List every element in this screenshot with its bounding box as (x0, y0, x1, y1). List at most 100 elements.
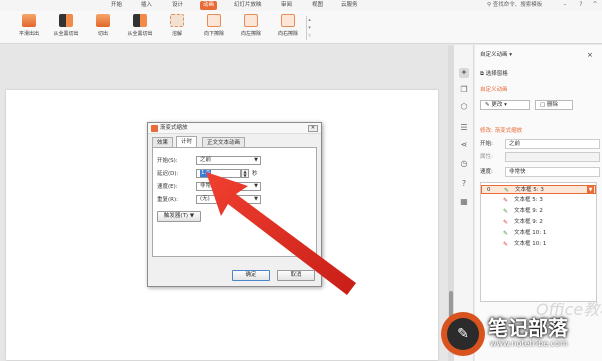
tab-animation[interactable]: 动画 (200, 1, 218, 10)
tab-home[interactable]: 开始 (108, 1, 125, 10)
tab-slideshow[interactable]: 幻灯片放映 (231, 1, 265, 10)
list-item[interactable]: 0 ✎ 文本框 5: 3 ▼ (481, 185, 596, 194)
effect-smooth-out[interactable]: 平滑出出 (12, 14, 46, 42)
menu-bar: 开始 插入 设计 动画 幻灯片放映 审阅 视图 云服务 ⚲ 查找命令、搜索模板 … (0, 0, 602, 11)
panel-start-value: 之前 (509, 141, 521, 147)
delete-icon: ▢ (540, 102, 547, 108)
list-item[interactable]: ✎ 文本框 10: 1 (481, 229, 596, 238)
effect-wipe-down[interactable]: 向下擦除 (197, 14, 231, 42)
effect-label: 向左擦除 (240, 31, 261, 37)
effect-label: 向右擦除 (277, 31, 298, 37)
close-icon[interactable]: × (587, 51, 593, 59)
repeat-value: (无) (200, 196, 210, 202)
ribbon-scroll[interactable]: ▴ ▾ ▿ (306, 16, 312, 40)
watermark-title: 笔记部落 (488, 316, 568, 340)
effect-icon (96, 14, 110, 27)
effect-icon (170, 14, 184, 27)
entrance-effect-icon: ✎ (503, 230, 509, 237)
close-icon[interactable]: ✕ (308, 125, 318, 132)
effect-wipe-left[interactable]: 向左擦除 (234, 14, 268, 42)
list-item[interactable]: ✎ 文本框 9: 2 (481, 207, 596, 216)
repeat-select[interactable]: (无) ▼ (196, 195, 261, 204)
effect-wipe-right[interactable]: 向右擦除 (271, 14, 305, 42)
chevron-down-icon: ▼ (254, 183, 258, 189)
effect-label: 切出 (97, 31, 108, 37)
list-item[interactable]: ✎ 文本框 5: 3 (481, 196, 596, 205)
tab-view[interactable]: 视图 (309, 1, 326, 10)
speed-label: 速度(E): (157, 184, 178, 190)
tab-review[interactable]: 审阅 (278, 1, 295, 10)
panel-speed-select[interactable]: 非常快 (505, 167, 600, 177)
tab-insert[interactable]: 插入 (138, 1, 155, 10)
shape-icon[interactable]: ⬡ (459, 102, 469, 112)
exit-effect-icon: ✎ (503, 197, 509, 204)
exit-effect-icon: ✎ (503, 241, 509, 248)
effect-icon (133, 14, 147, 27)
speed-select[interactable]: 非常快(0.5 秒) ▼ (196, 182, 261, 191)
effect-label: 向下擦除 (203, 31, 224, 37)
effect-cut-black-2[interactable]: 从全黑切出 (123, 14, 157, 42)
item-text: 文本框 9: 2 (514, 219, 543, 225)
effect-cut-black[interactable]: 从全黑切出 (49, 14, 83, 42)
chevron-down-icon[interactable]: ▼ (587, 186, 594, 194)
minimize-icon[interactable]: – (562, 1, 568, 9)
collapse-icon[interactable]: ^ (592, 1, 598, 9)
help-icon[interactable]: ? (578, 1, 584, 9)
ribbon: 平滑出出 从全黑切出 切出 从全黑切出 溶解 向下擦除 向左擦除 向右擦除 ▴ ▾… (0, 11, 602, 44)
delay-input[interactable]: 1.0 (196, 169, 241, 178)
item-text: 文本框 9: 2 (514, 208, 543, 214)
entrance-effect-icon: ✎ (503, 208, 509, 215)
item-order: 0 (487, 187, 491, 193)
effect-label: 从全黑切出 (53, 31, 79, 37)
arrow-right-icon (281, 14, 295, 27)
pencil-icon: ✎ (447, 318, 479, 350)
effect-label: 溶解 (171, 31, 182, 37)
start-select[interactable]: 之前 ▼ (196, 156, 261, 165)
copy-icon[interactable]: ❐ (459, 85, 469, 95)
list-item[interactable]: ✎ 文本框 9: 2 (481, 218, 596, 227)
help-circle-icon[interactable]: ? (459, 179, 469, 189)
history-icon[interactable]: ◷ (459, 159, 469, 169)
animation-pane-icon[interactable]: ✦ (459, 68, 469, 78)
animation-timing-dialog: 渐变式缩放 ✕ 效果 计时 正文文本动画 开始(S): 之前 ▼ 延迟(D): 1… (147, 122, 322, 287)
list-icon[interactable]: ☰ (459, 123, 469, 133)
change-label: 更改 ▾ (491, 102, 507, 108)
start-value: 之前 (200, 157, 212, 163)
search-placeholder: 查找命令、搜索模板 (492, 2, 543, 8)
delay-stepper[interactable]: ▲ ▼ (241, 169, 249, 178)
panel-start-label: 开始: (480, 141, 493, 147)
ok-button[interactable]: 确定 (232, 270, 270, 281)
delay-unit: 秒 (252, 171, 258, 177)
item-text: 文本框 5: 3 (515, 187, 544, 193)
start-label: 开始(S): (157, 158, 178, 164)
arrow-left-icon (244, 14, 258, 27)
effect-icon (59, 14, 73, 27)
grid-icon[interactable]: ▦ (459, 197, 469, 207)
share-icon[interactable]: ⋖ (459, 140, 469, 150)
delay-label: 延迟(D): (157, 171, 179, 177)
tab-cloud[interactable]: 云服务 (338, 1, 361, 10)
app-icon (151, 125, 158, 132)
list-item[interactable]: ✎ 文本框 10: 1 (481, 240, 596, 249)
cancel-button[interactable]: 取消 (277, 270, 315, 281)
speed-value: 非常快(0.5 秒) (200, 183, 237, 189)
effect-icon (22, 14, 36, 27)
panel-title[interactable]: 自定义动画 ▾ (480, 51, 512, 59)
effect-dissolve[interactable]: 溶解 (160, 14, 194, 42)
tab-design[interactable]: 设计 (169, 1, 186, 10)
select-pane-link[interactable]: ⧉ 选择窗格 (480, 70, 508, 78)
change-button[interactable]: ✎ 更改 ▾ (480, 100, 530, 110)
tab-text-animation[interactable]: 正文文本动画 (202, 137, 246, 147)
command-search[interactable]: ⚲ 查找命令、搜索模板 (487, 1, 542, 10)
delay-value: 1.0 (200, 170, 211, 177)
panel-start-select[interactable]: 之前 (505, 139, 600, 149)
dialog-titlebar: 渐变式缩放 ✕ (148, 123, 321, 134)
trigger-button[interactable]: 触发器(T) ▼ (157, 211, 201, 222)
effect-cut[interactable]: 切出 (86, 14, 120, 42)
tab-effect[interactable]: 效果 (152, 137, 174, 147)
item-text: 文本框 5: 3 (514, 197, 543, 203)
delete-button[interactable]: ▢ 删除 (535, 100, 573, 110)
chevron-down-icon: ▼ (254, 157, 258, 163)
repeat-label: 重复(R): (157, 197, 178, 203)
item-text: 文本框 10: 1 (514, 230, 547, 236)
